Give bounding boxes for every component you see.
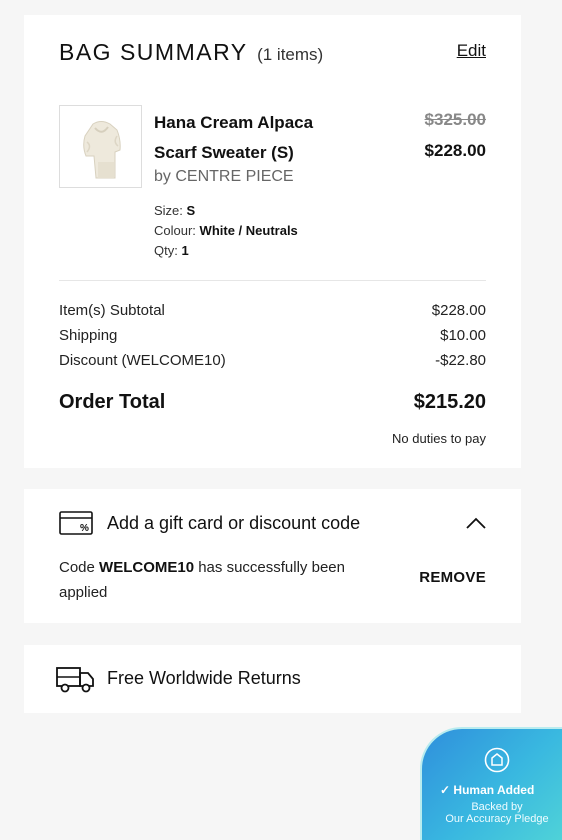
chevron-up-icon[interactable] <box>466 516 486 530</box>
shipping-value: $10.00 <box>440 327 486 344</box>
badge-title: ✓ Human Added <box>440 783 534 797</box>
gift-card-section: % Add a gift card or discount code Code … <box>24 489 521 623</box>
size-label: Size: <box>154 203 183 218</box>
summary-divider <box>59 280 486 281</box>
product-thumbnail[interactable] <box>59 105 142 188</box>
product-colour: Colour: White / Neutrals <box>154 223 298 238</box>
free-returns-label: Free Worldwide Returns <box>107 668 301 688</box>
duties-note: No duties to pay <box>392 431 486 446</box>
discount-label: Discount (WELCOME10) <box>59 352 226 369</box>
colour-value: White / Neutrals <box>199 223 298 238</box>
applied-code: WELCOME10 <box>99 559 195 576</box>
check-circle-icon: ✓ <box>440 783 451 797</box>
qty-value: 1 <box>181 243 189 258</box>
product-brand: by CENTRE PIECE <box>154 168 294 185</box>
qty-label: Qty: <box>154 243 178 258</box>
sale-price: $228.00 <box>424 141 486 160</box>
colour-label: Colour: <box>154 223 196 238</box>
bag-item-count: (1 items) <box>257 45 324 64</box>
discount-applied-message: Code WELCOME10 has successfully been app… <box>59 555 369 605</box>
subtotal-value: $228.00 <box>431 302 486 319</box>
badge-subtitle-line1: Backed by <box>471 801 523 813</box>
edit-bag-link[interactable]: Edit <box>457 41 486 61</box>
subtotal-label: Item(s) Subtotal <box>59 302 165 319</box>
order-total-label: Order Total <box>59 391 166 413</box>
shipping-label: Shipping <box>59 327 118 344</box>
svg-text:%: % <box>80 523 89 534</box>
product-size: Size: S <box>154 203 195 218</box>
discount-value: -$22.80 <box>435 352 486 369</box>
gift-card-toggle-label[interactable]: Add a gift card or discount code <box>107 513 360 534</box>
bag-summary-card: BAG SUMMARY (1 items) Edit Hana Cream Al… <box>24 15 521 468</box>
badge-logo-icon <box>484 747 510 773</box>
remove-code-button[interactable]: REMOVE <box>419 569 486 586</box>
code-msg-prefix: Code <box>59 559 95 576</box>
truck-icon <box>55 665 95 695</box>
badge-title-text: Human Added <box>453 783 535 797</box>
badge-subtitle-line2: Our Accuracy Pledge <box>445 813 549 825</box>
size-value: S <box>186 203 196 218</box>
bag-summary-title: BAG SUMMARY (1 items) <box>59 39 323 66</box>
sweater-image <box>83 121 121 179</box>
product-qty: Qty: 1 <box>154 243 189 258</box>
gift-card-icon: % <box>59 511 93 535</box>
original-price: $325.00 <box>424 110 486 129</box>
product-name[interactable]: Hana Cream Alpaca Scarf Sweater (S) <box>154 108 334 168</box>
returns-card: Free Worldwide Returns <box>24 645 521 713</box>
accuracy-pledge-badge[interactable]: ✓ Human Added Backed by Our Accuracy Ple… <box>420 727 562 840</box>
bag-summary-heading: BAG SUMMARY <box>59 39 248 65</box>
order-total-value: $215.20 <box>413 391 486 413</box>
